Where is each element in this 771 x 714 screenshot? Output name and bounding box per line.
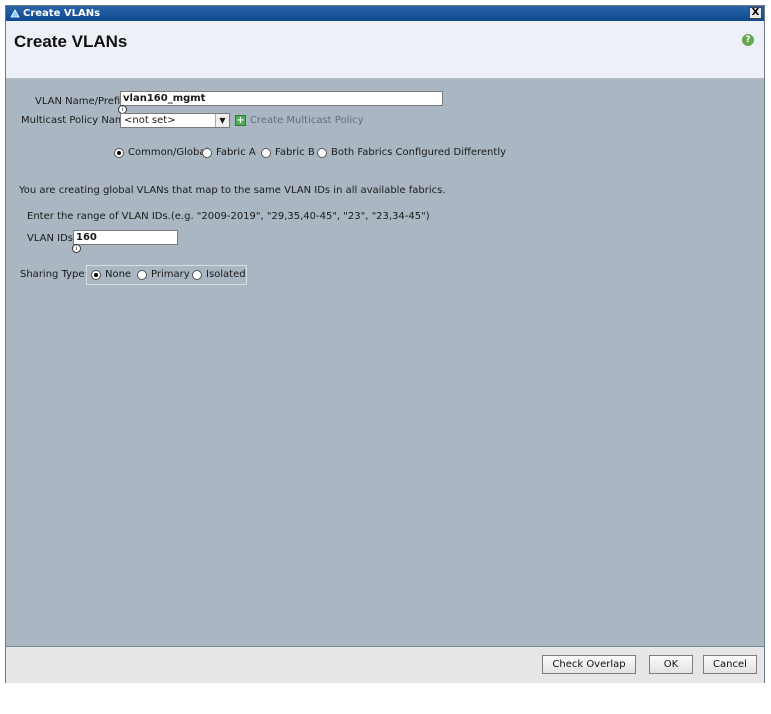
vlan-range-hint: Enter the range of VLAN IDs.(e.g. "2009-… bbox=[27, 211, 430, 222]
help-icon[interactable]: ? bbox=[742, 34, 754, 46]
multicast-policy-label: Multicast Policy Name: bbox=[21, 115, 135, 126]
vlan-ids-label: VLAN IDs: bbox=[27, 233, 77, 244]
radio-common-global[interactable] bbox=[114, 148, 124, 158]
radio-both-fabrics[interactable] bbox=[317, 148, 327, 158]
multicast-policy-value: <not set> bbox=[124, 115, 176, 126]
vlan-ids-input[interactable]: 160 bbox=[73, 230, 178, 245]
window-title: Create VLANs bbox=[23, 8, 101, 19]
create-multicast-policy-link[interactable]: Create Multicast Policy bbox=[250, 115, 364, 126]
radio-label-isolated: Isolated bbox=[206, 269, 246, 280]
create-vlans-dialog: Create VLANs X Create VLANs ? VLAN Name/… bbox=[5, 5, 765, 683]
radio-sharing-none[interactable] bbox=[91, 270, 101, 280]
radio-label-fabric-b: Fabric B bbox=[275, 147, 315, 158]
radio-fabric-a[interactable] bbox=[202, 148, 212, 158]
check-overlap-button[interactable]: Check Overlap bbox=[542, 655, 636, 674]
info-marker-icon: i bbox=[72, 244, 81, 253]
ok-button[interactable]: OK bbox=[649, 655, 693, 674]
chevron-down-icon[interactable]: ▼ bbox=[215, 114, 229, 127]
radio-label-common-global: Common/Global bbox=[128, 147, 209, 158]
cancel-button[interactable]: Cancel bbox=[703, 655, 757, 674]
radio-fabric-b[interactable] bbox=[261, 148, 271, 158]
dialog-content: VLAN Name/Prefix: vlan160_mgmt i Multica… bbox=[6, 79, 764, 645]
radio-label-fabric-a: Fabric A bbox=[216, 147, 256, 158]
app-icon bbox=[10, 9, 20, 18]
global-vlan-info: You are creating global VLANs that map t… bbox=[19, 185, 446, 196]
vlan-name-input[interactable]: vlan160_mgmt bbox=[120, 91, 443, 106]
add-icon[interactable]: + bbox=[235, 115, 246, 126]
radio-label-none: None bbox=[105, 269, 132, 280]
dialog-header: Create VLANs ? bbox=[6, 21, 764, 79]
close-icon[interactable]: X bbox=[749, 7, 762, 19]
vlan-name-label: VLAN Name/Prefix: bbox=[35, 96, 130, 107]
title-bar[interactable]: Create VLANs X bbox=[6, 6, 764, 21]
radio-label-primary: Primary bbox=[151, 269, 190, 280]
radio-sharing-primary[interactable] bbox=[137, 270, 147, 280]
page-title: Create VLANs bbox=[14, 32, 128, 51]
dialog-footer: Check Overlap OK Cancel bbox=[6, 646, 764, 683]
radio-label-both-fabrics: Both Fabrics Configured Differently bbox=[331, 147, 507, 158]
radio-sharing-isolated[interactable] bbox=[192, 270, 202, 280]
sharing-type-label: Sharing Type: bbox=[20, 269, 88, 280]
multicast-policy-select[interactable]: <not set> ▼ bbox=[120, 113, 230, 128]
